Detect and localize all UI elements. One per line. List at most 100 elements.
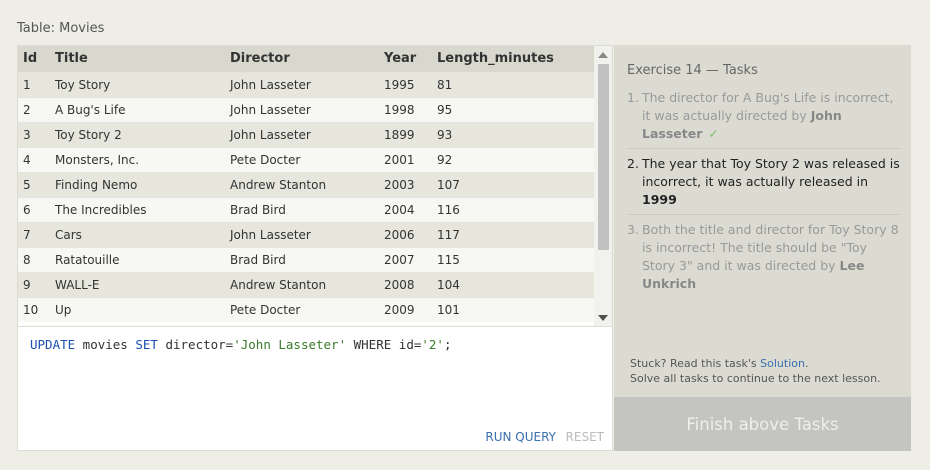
column-header-id: Id [18,46,50,72]
cell-id: 3 [18,121,50,147]
cell-length: 93 [432,121,596,147]
scroll-down-arrow-icon[interactable] [598,315,608,321]
sql-keyword-update: UPDATE [30,337,76,352]
table-row: 7 Cars John Lasseter 2006 117 [18,221,596,247]
run-query-button[interactable]: RUN QUERY [485,430,556,444]
cell-length: 95 [432,96,596,122]
exercise-title: Exercise 14 — Tasks [627,63,758,78]
column-header-title: Title [50,46,225,72]
table-row: 10 Up Pete Docter 2009 101 [18,296,596,322]
cell-year: 2006 [379,221,432,247]
cell-year: 1998 [379,96,432,122]
cell-title: Toy Story 2 [50,121,225,147]
cell-id: 4 [18,146,50,172]
cell-year: 1899 [379,121,432,147]
task-number: 3. [627,222,639,237]
cell-length: 104 [432,271,596,297]
table-row: 1 Toy Story John Lasseter 1995 81 [18,71,596,97]
table-row: 6 The Incredibles Brad Bird 2004 116 [18,196,596,222]
cell-id: 8 [18,246,50,272]
sql-keyword-set: SET [135,337,158,352]
sql-query-input[interactable]: UPDATE movies SET director='John Lassete… [30,337,451,352]
cell-id: 2 [18,96,50,122]
task-text: The year that Toy Story 2 was released i… [642,156,900,189]
cell-title: Up [50,296,225,322]
cell-director: John Lasseter [225,221,379,247]
sql-keyword-where: WHERE [346,337,392,352]
sql-terminator: ; [443,337,452,352]
cell-id: 6 [18,196,50,222]
task-number: 2. [627,156,639,171]
cell-id: 1 [18,71,50,97]
cell-length: 81 [432,71,596,97]
cell-length: 117 [432,221,596,247]
cell-title: A Bug's Life [50,96,225,122]
task-list: 1. The director for A Bug's Life is incor… [627,89,901,304]
solution-link[interactable]: Solution [760,357,805,370]
cell-length: 115 [432,246,596,272]
cell-year: 2004 [379,196,432,222]
cell-id: 9 [18,271,50,297]
cell-year: 2009 [379,296,432,322]
table-row: 4 Monsters, Inc. Pete Docter 2001 92 [18,146,596,172]
cell-title: Monsters, Inc. [50,146,225,172]
results-table-panel: Id Title Director Year Length_minutes 1 … [17,45,613,327]
cell-id: 10 [18,296,50,322]
task-item-pending: 3. Both the title and director for Toy St… [627,221,901,298]
table-row: 3 Toy Story 2 John Lasseter 1899 93 [18,121,596,147]
help-text: Stuck? Read this task's Solution. Solve … [630,356,881,386]
table-header-row: Id Title Director Year Length_minutes [18,46,596,72]
table-caption: Table: Movies [17,21,105,36]
cell-director: Andrew Stanton [225,271,379,297]
stuck-prefix: Stuck? Read this task's [630,357,761,370]
scroll-thumb[interactable] [598,64,609,250]
cell-director: John Lasseter [225,71,379,97]
cell-length: 116 [432,196,596,222]
sql-string-director: 'John Lasseter' [233,337,347,352]
column-header-length: Length_minutes [432,46,596,72]
cell-title: Toy Story [50,71,225,97]
scroll-up-arrow-icon[interactable] [598,52,608,58]
cell-title: Cars [50,221,225,247]
sql-where-clause: id= [391,337,422,352]
cell-title: Ratatouille [50,246,225,272]
task-number: 1. [627,90,639,105]
cell-title: The Incredibles [50,196,225,222]
cell-director: Pete Docter [225,146,379,172]
stuck-suffix: . [804,357,809,370]
cell-director: John Lasseter [225,96,379,122]
table-row: 8 Ratatouille Brad Bird 2007 115 [18,246,596,272]
cell-title: WALL-E [50,271,225,297]
sql-set-clause: director= [157,337,234,352]
cell-year: 2001 [379,146,432,172]
cell-director: Brad Bird [225,246,379,272]
cell-length: 107 [432,171,596,197]
sql-table-name: movies [75,337,136,352]
cell-id: 7 [18,221,50,247]
table-row: 5 Finding Nemo Andrew Stanton 2003 107 [18,171,596,197]
cell-director: Pete Docter [225,296,379,322]
cell-year: 2008 [379,271,432,297]
cell-id: 5 [18,171,50,197]
cell-year: 2003 [379,171,432,197]
cell-year: 1995 [379,71,432,97]
cell-year: 2007 [379,246,432,272]
checkmark-icon: ✓ [708,126,719,141]
reset-button[interactable]: RESET [566,430,604,444]
cell-title: Finding Nemo [50,171,225,197]
sql-string-id: '2' [421,337,444,352]
table-body: 1 Toy Story John Lasseter 1995 81 2 A Bu… [18,71,596,322]
continue-text: Solve all tasks to continue to the next … [630,372,881,385]
movies-table: Id Title Director Year Length_minutes 1 … [18,46,596,322]
sql-editor-panel[interactable]: UPDATE movies SET director='John Lassete… [17,327,613,451]
column-header-director: Director [225,46,379,72]
task-item-done: 1. The director for A Bug's Life is incor… [627,89,901,149]
finish-tasks-button[interactable]: Finish above Tasks [614,397,911,451]
task-item-current: 2. The year that Toy Story 2 was released… [627,155,901,215]
tasks-panel: Exercise 14 — Tasks 1. The director for A… [614,45,911,397]
cell-director: John Lasseter [225,121,379,147]
table-scrollbar[interactable] [594,46,612,326]
task-text: The director for A Bug's Life is incorre… [642,90,894,123]
table-row: 2 A Bug's Life John Lasseter 1998 95 [18,96,596,122]
cell-length: 101 [432,296,596,322]
